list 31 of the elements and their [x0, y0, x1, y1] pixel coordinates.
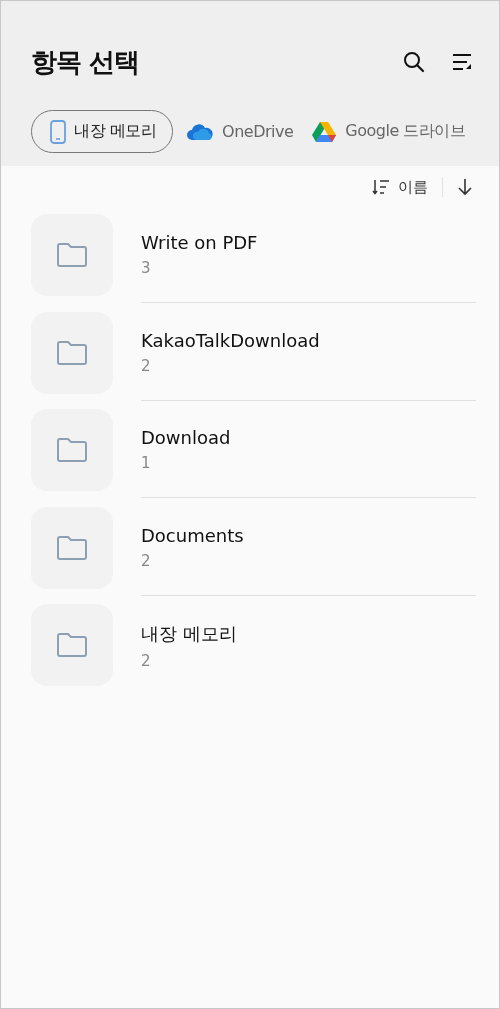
- folder-name: 내장 메모리: [141, 622, 238, 646]
- down-arrow-icon[interactable]: [457, 178, 473, 196]
- sort-icon: [372, 179, 390, 195]
- phone-icon: [50, 119, 66, 144]
- storage-tab[interactable]: Google 드라이브: [306, 110, 471, 153]
- item-count: 2: [141, 356, 152, 375]
- folder-icon: [56, 437, 88, 463]
- search-icon[interactable]: [403, 51, 425, 73]
- folder-icon: [56, 339, 88, 366]
- folder-row[interactable]: 내장 메모리 2: [31, 604, 474, 702]
- folder-row[interactable]: Write on PDF 3: [31, 214, 474, 312]
- storage-tab[interactable]: OneDrive: [181, 110, 299, 153]
- folder-name: Write on PDF: [141, 232, 259, 253]
- folder-row[interactable]: Documents 2: [31, 506, 474, 604]
- folder-name: Download: [141, 427, 232, 448]
- list-edit-icon[interactable]: [451, 52, 473, 72]
- folder-icon: [56, 632, 88, 658]
- item-count: 3: [141, 259, 152, 277]
- folder-row[interactable]: KakaoTalkDownload 2: [31, 311, 474, 409]
- sort-button[interactable]: 이름: [372, 177, 428, 197]
- item-count: 1: [141, 454, 152, 472]
- item-count: 2: [141, 551, 152, 570]
- folder-name: KakaoTalkDownload: [141, 329, 321, 351]
- folder-icon: [56, 534, 88, 561]
- cloud-icon: [186, 122, 215, 141]
- folder-name: Documents: [141, 524, 245, 546]
- item-count: 2: [141, 652, 152, 670]
- page-title: 항목 선택: [31, 45, 140, 79]
- triangle-icon: [311, 120, 338, 143]
- folder-row[interactable]: Download 1: [31, 409, 474, 507]
- folder-icon: [56, 242, 88, 268]
